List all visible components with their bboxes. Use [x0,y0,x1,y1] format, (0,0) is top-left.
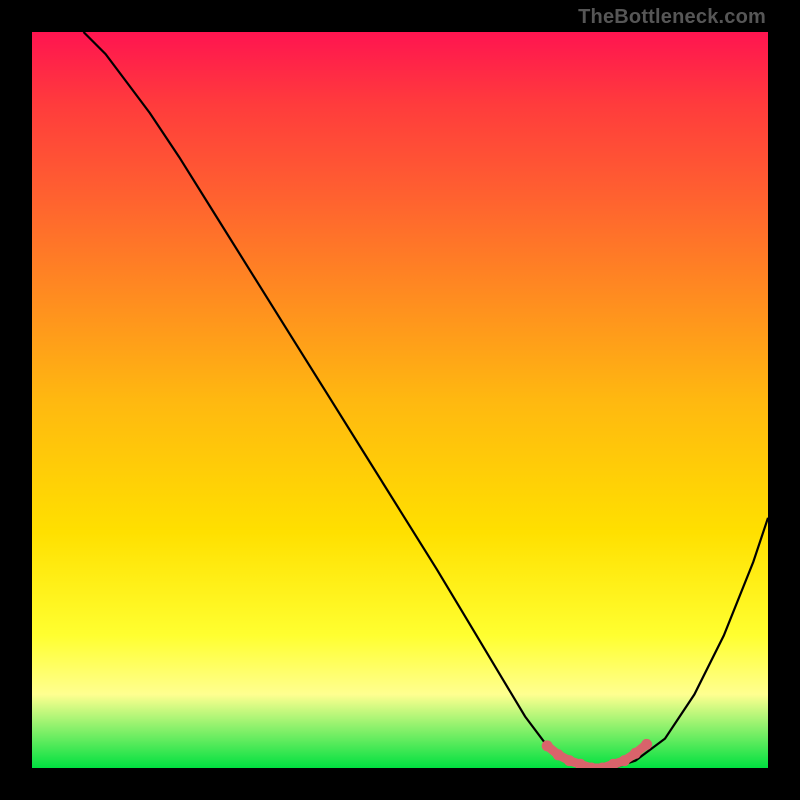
highlight-dots [542,739,652,768]
highlight-dot [630,748,641,759]
highlight-dot [619,755,630,766]
plot-area [32,32,768,768]
chart-frame: TheBottleneck.com [0,0,800,800]
bottleneck-curve [84,32,769,768]
curve-overlay [32,32,768,768]
watermark-text: TheBottleneck.com [578,6,766,29]
highlight-dot [542,740,553,751]
highlight-dot [564,755,575,766]
highlight-dot [553,749,564,760]
highlight-dot [641,739,652,750]
